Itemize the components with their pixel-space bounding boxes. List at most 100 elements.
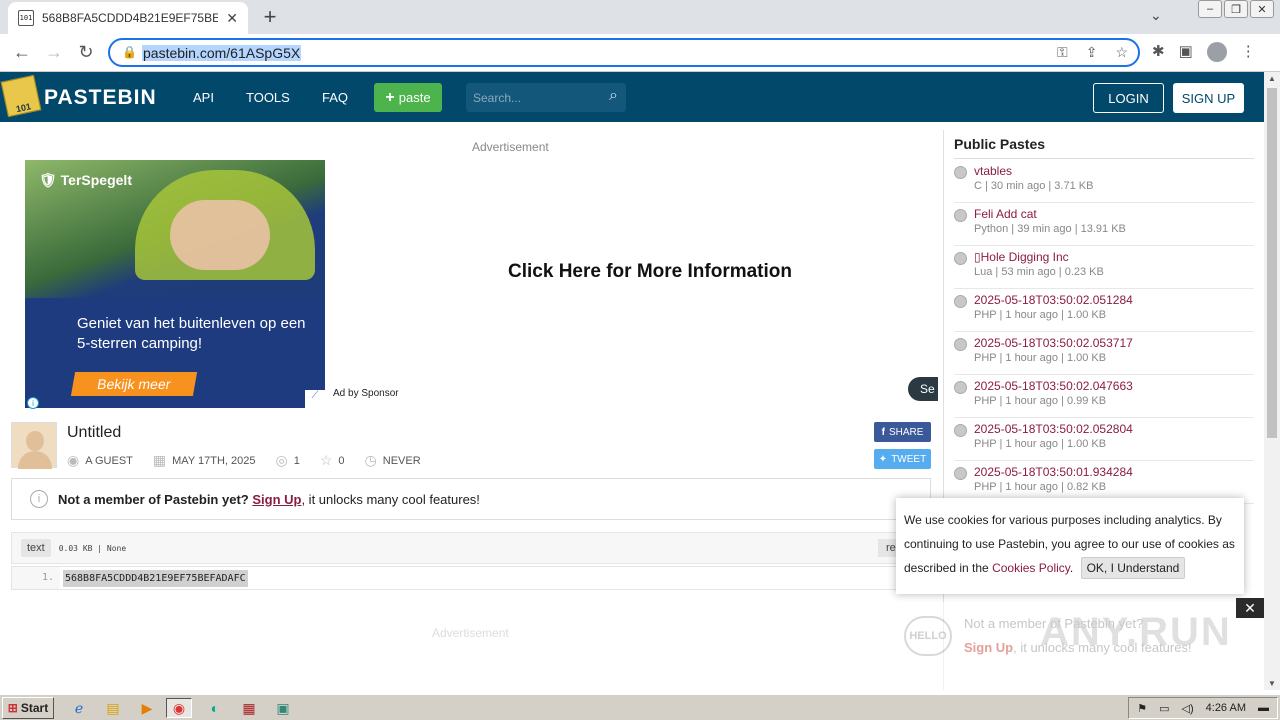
ad-brand: 🛡 TerSpegelt [39,172,132,188]
paste-link[interactable]: 2025-05-18T03:50:01.934284 [974,465,1133,479]
search-input[interactable]: Search... ⌕ [466,83,626,112]
browser-tab[interactable]: 101 568B8FA5CDDD4B21E9EF75BEFADAFC ✕ [8,2,248,34]
list-item[interactable]: 2025-05-18T03:50:02.051284 PHP | 1 hour a… [954,289,1254,332]
chrome-icon[interactable]: ◉ [166,698,192,718]
globe-icon [954,295,967,308]
guest-avatar [11,422,57,469]
login-button[interactable]: LOGIN [1093,83,1164,113]
paste-link[interactable]: 2025-05-18T03:50:02.053717 [974,336,1133,350]
ad-headline: Geniet van het buitenleven op een 5-ster… [77,315,306,352]
notice-signup-link[interactable]: Sign Up [252,492,301,507]
clock-time[interactable]: 4:26 AM [1206,702,1246,714]
new-tab-button[interactable]: + [258,4,282,30]
profile-avatar-icon[interactable] [1206,42,1227,62]
volume-icon[interactable]: ◁) [1182,702,1194,715]
scroll-up-icon[interactable]: ▲ [1268,74,1276,83]
cookie-ok-button[interactable]: OK, I Understand [1080,557,1186,579]
paste-expires: NEVER [382,454,421,467]
search-icon[interactable]: ⌕ [609,87,618,105]
restore-button[interactable]: ❐ [1224,0,1248,18]
sidebar-divider [954,158,1254,159]
list-item[interactable]: 2025-05-18T03:50:02.052804 PHP | 1 hour a… [954,418,1254,461]
kebab-menu-icon[interactable]: ⋮ [1241,42,1256,62]
cookies-policy-link[interactable]: Cookies Policy [992,561,1070,575]
edge-icon[interactable]: ◐ [202,698,228,718]
paste-date: MAY 17TH, 2025 [172,454,256,467]
ad-choices-icon[interactable]: ⟋ [305,390,325,408]
nav-faq[interactable]: FAQ [322,90,348,105]
media-player-icon[interactable]: ▶ [134,698,160,718]
tab-search-chevron-icon[interactable]: ⌄ [1150,7,1162,24]
list-item[interactable]: vtables C | 30 min ago | 3.71 KB [954,160,1254,203]
paste-link[interactable]: 2025-05-18T03:50:02.051284 [974,293,1133,307]
paste-info: PHP | 1 hour ago | 0.99 KB [974,395,1107,407]
paste-link[interactable]: 2025-05-18T03:50:02.052804 [974,422,1133,436]
paste-link[interactable]: vtables [974,164,1012,178]
user-icon: ◉ [67,452,80,468]
forward-arrow-icon[interactable]: → [42,42,66,63]
scroll-down-icon[interactable]: ▼ [1268,679,1276,688]
network-icon[interactable]: ▭ [1159,702,1169,715]
globe-icon [954,252,967,265]
ad-banner[interactable]: 🛡 TerSpegelt Geniet van het buitenleven … [25,160,325,408]
ad-label-bottom: Advertisement [432,626,509,640]
scroll-thumb[interactable] [1267,88,1277,438]
ad-click-text[interactable]: Click Here for More Information [508,261,792,283]
globe-icon [954,424,967,437]
list-item[interactable]: Feli Add cat Python | 39 min ago | 13.91 … [954,203,1254,246]
list-item[interactable]: 2025-05-18T03:50:02.047663 PHP | 1 hour a… [954,375,1254,418]
code-info: 0.03 KB | None [58,543,127,553]
ghost-signup-link[interactable]: Sign Up [964,640,1013,655]
key-icon[interactable]: ⚿ [1057,44,1068,61]
clock-icon: ◷ [364,452,377,468]
close-window-button[interactable]: ✕ [1250,0,1274,18]
address-bar[interactable]: 🔒 pastebin.com/61ASpG5X ⚿ ⇪ ☆ [108,38,1140,67]
ie-icon[interactable]: ℯ [66,698,92,718]
list-item[interactable]: 2025-05-18T03:50:02.053717 PHP | 1 hour a… [954,332,1254,375]
list-item[interactable]: ▯Hole Digging Inc Lua | 53 min ago | 0.23… [954,246,1254,289]
close-tab-icon[interactable]: ✕ [226,10,238,27]
lock-icon[interactable]: 🔒 [122,45,137,59]
minimize-button[interactable]: – [1198,0,1222,18]
start-button[interactable]: ⊞ Start [2,697,54,719]
start-label: Start [20,701,49,715]
ad-cta-button[interactable]: Bekijk meer [70,372,198,396]
show-desktop-icon[interactable]: ▬ [1258,702,1269,714]
bookmark-star-icon[interactable]: ☆ [1115,44,1128,61]
tab-title: 568B8FA5CDDD4B21E9EF75BEFADAFC [42,11,219,25]
explorer-folder-icon[interactable]: ▤ [100,698,126,718]
pastebin-logo[interactable]: 101 [0,74,42,118]
tab-strip: 101 568B8FA5CDDD4B21E9EF75BEFADAFC ✕ + ⌄… [0,0,1280,34]
facebook-share-button[interactable]: f SHARE [874,422,931,442]
signup-button[interactable]: SIGN UP [1173,83,1244,113]
site-brand[interactable]: PASTEBIN [44,86,157,110]
twitter-icon: ✦ [878,453,888,465]
back-arrow-icon[interactable]: ← [10,42,34,63]
ad-info-icon[interactable]: i [27,397,39,409]
paste-link[interactable]: Feli Add cat [974,207,1037,221]
new-paste-button[interactable]: + paste [374,83,442,112]
url-text[interactable]: pastebin.com/61ASpG5X [142,45,302,61]
reload-icon[interactable]: ↻ [74,42,98,63]
paste-author[interactable]: A GUEST [85,455,133,467]
side-panel-icon[interactable]: ▣ [1179,42,1193,62]
paste-link[interactable]: ▯Hole Digging Inc [974,250,1069,264]
tweet-label: TWEET [891,453,927,465]
paste-link[interactable]: 2025-05-18T03:50:02.047663 [974,379,1133,393]
nav-tools[interactable]: TOOLS [246,90,290,105]
share-icon[interactable]: ⇪ [1086,44,1098,61]
extensions-icon[interactable]: ✱ [1152,42,1165,62]
twitter-tweet-button[interactable]: ✦ TWEET [874,449,931,469]
code-text[interactable]: 568B8FA5CDDD4B21E9EF75BEFADAFC [63,569,248,587]
app-icon[interactable]: ▦ [236,698,262,718]
page-scrollbar[interactable]: ▲ ▼ [1264,72,1280,690]
syntax-lang-badge[interactable]: text [21,539,51,557]
ad-sponsor: Ad by Sponsor [333,388,399,399]
globe-icon [954,209,967,222]
info-icon: i [30,490,48,508]
window-icon[interactable]: ▣ [270,698,296,718]
nav-api[interactable]: API [193,90,214,105]
flag-icon[interactable]: ⚑ [1137,702,1147,715]
close-banner-icon[interactable]: ✕ [1236,598,1264,618]
ad-side-button[interactable]: Se [908,377,938,401]
